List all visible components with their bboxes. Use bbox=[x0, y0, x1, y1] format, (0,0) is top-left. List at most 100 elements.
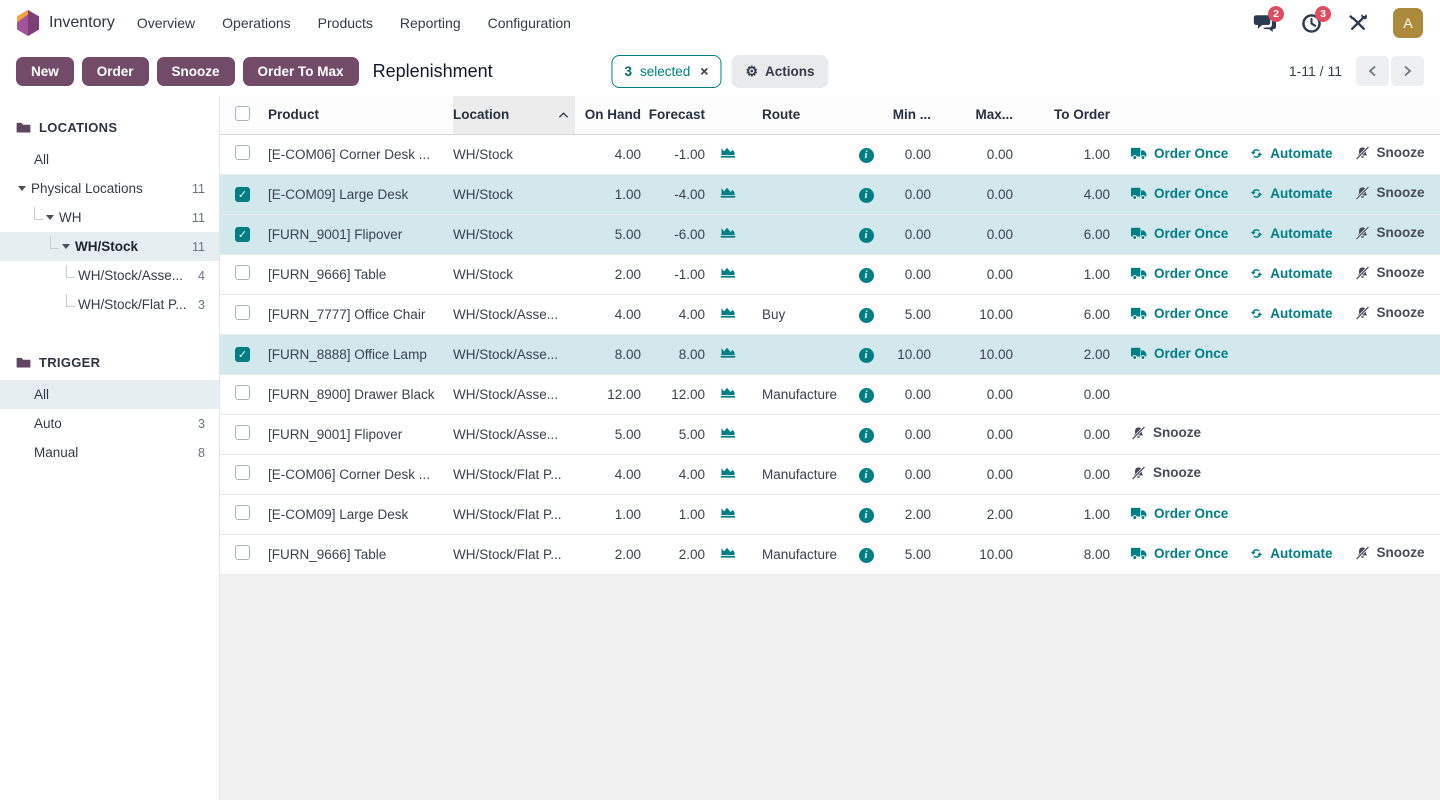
info-icon[interactable]: i bbox=[859, 308, 874, 323]
snooze-button[interactable]: Snooze bbox=[1355, 305, 1425, 320]
snooze-button[interactable]: Snooze bbox=[1355, 145, 1425, 160]
col-header-on-hand[interactable]: On Hand bbox=[575, 96, 644, 134]
messages-icon[interactable]: 2 bbox=[1252, 12, 1276, 34]
product-name[interactable]: [FURN_7777] Office Chair bbox=[268, 307, 425, 322]
app-brand[interactable]: Inventory bbox=[16, 10, 115, 36]
new-button[interactable]: New bbox=[16, 57, 74, 86]
nav-item-overview[interactable]: Overview bbox=[137, 15, 195, 31]
nav-item-configuration[interactable]: Configuration bbox=[488, 15, 571, 31]
sidebar-item-wh[interactable]: WH11 bbox=[0, 203, 219, 232]
row-checkbox[interactable]: ✓ bbox=[235, 187, 250, 202]
row-checkbox[interactable]: ✓ bbox=[235, 347, 250, 362]
sidebar-item-wh-stock-flat-p-[interactable]: WH/Stock/Flat P...3 bbox=[0, 290, 219, 319]
forecast-chart-icon[interactable] bbox=[720, 266, 736, 279]
nav-item-operations[interactable]: Operations bbox=[222, 15, 290, 31]
order-button[interactable]: Order bbox=[82, 57, 149, 86]
info-icon[interactable]: i bbox=[859, 468, 874, 483]
product-name[interactable]: [FURN_9666] Table bbox=[268, 547, 386, 562]
sidebar-item-wh-stock[interactable]: WH/Stock11 bbox=[0, 232, 219, 261]
caret-down-icon[interactable] bbox=[18, 186, 26, 191]
automate-button[interactable]: Automate bbox=[1250, 226, 1332, 241]
snooze-button[interactable]: Snooze bbox=[1355, 185, 1425, 200]
row-checkbox[interactable] bbox=[235, 505, 250, 520]
product-name[interactable]: [E-COM06] Corner Desk ... bbox=[268, 147, 430, 162]
product-name[interactable]: [FURN_8888] Office Lamp bbox=[268, 347, 427, 362]
col-header-to-order[interactable]: To Order bbox=[1016, 96, 1113, 134]
product-name[interactable]: [E-COM09] Large Desk bbox=[268, 187, 408, 202]
order-to-max-button[interactable]: Order To Max bbox=[243, 57, 359, 86]
forecast-chart-icon[interactable] bbox=[720, 306, 736, 319]
col-header-forecast[interactable]: Forecast bbox=[644, 96, 708, 134]
sidebar-item-manual[interactable]: Manual8 bbox=[0, 438, 219, 467]
col-header-route[interactable]: Route bbox=[748, 96, 846, 134]
automate-button[interactable]: Automate bbox=[1250, 306, 1332, 321]
select-all-checkbox[interactable] bbox=[235, 106, 250, 121]
row-checkbox[interactable] bbox=[235, 545, 250, 560]
forecast-chart-icon[interactable] bbox=[720, 386, 736, 399]
forecast-chart-icon[interactable] bbox=[720, 146, 736, 159]
info-icon[interactable]: i bbox=[859, 508, 874, 523]
info-icon[interactable]: i bbox=[859, 148, 874, 163]
automate-button[interactable]: Automate bbox=[1250, 546, 1332, 561]
sidebar-item-all[interactable]: All bbox=[0, 380, 219, 409]
info-icon[interactable]: i bbox=[859, 188, 874, 203]
snooze-button[interactable]: Snooze bbox=[1355, 265, 1425, 280]
info-icon[interactable]: i bbox=[859, 388, 874, 403]
forecast-chart-icon[interactable] bbox=[720, 546, 736, 559]
order-once-button[interactable]: Order Once bbox=[1131, 186, 1228, 201]
info-icon[interactable]: i bbox=[859, 268, 874, 283]
forecast-chart-icon[interactable] bbox=[720, 346, 736, 359]
product-name[interactable]: [E-COM06] Corner Desk ... bbox=[268, 467, 430, 482]
pager-previous-button[interactable] bbox=[1356, 56, 1389, 86]
info-icon[interactable]: i bbox=[859, 428, 874, 443]
col-header-max[interactable]: Max... bbox=[934, 96, 1016, 134]
activities-clock-icon[interactable]: 3 bbox=[1299, 12, 1323, 34]
col-header-product[interactable]: Product bbox=[268, 96, 453, 134]
automate-button[interactable]: Automate bbox=[1250, 186, 1332, 201]
info-icon[interactable]: i bbox=[859, 348, 874, 363]
row-checkbox[interactable] bbox=[235, 265, 250, 280]
snooze-button[interactable]: Snooze bbox=[1131, 425, 1201, 440]
info-icon[interactable]: i bbox=[859, 228, 874, 243]
row-checkbox[interactable] bbox=[235, 465, 250, 480]
automate-button[interactable]: Automate bbox=[1250, 146, 1332, 161]
row-checkbox[interactable] bbox=[235, 385, 250, 400]
product-name[interactable]: [FURN_9001] Flipover bbox=[268, 427, 402, 442]
product-name[interactable]: [FURN_9001] Flipover bbox=[268, 227, 402, 242]
info-icon[interactable]: i bbox=[859, 548, 874, 563]
pager-next-button[interactable] bbox=[1391, 56, 1424, 86]
order-once-button[interactable]: Order Once bbox=[1131, 346, 1228, 361]
order-once-button[interactable]: Order Once bbox=[1131, 266, 1228, 281]
row-checkbox[interactable] bbox=[235, 305, 250, 320]
order-once-button[interactable]: Order Once bbox=[1131, 146, 1228, 161]
sidebar-item-all[interactable]: All bbox=[0, 145, 219, 174]
row-checkbox[interactable]: ✓ bbox=[235, 227, 250, 242]
order-once-button[interactable]: Order Once bbox=[1131, 506, 1228, 521]
caret-down-icon[interactable] bbox=[62, 244, 70, 249]
order-once-button[interactable]: Order Once bbox=[1131, 226, 1228, 241]
snooze-button[interactable]: Snooze bbox=[1355, 225, 1425, 240]
forecast-chart-icon[interactable] bbox=[720, 506, 736, 519]
col-header-location[interactable]: Location bbox=[453, 96, 575, 134]
forecast-chart-icon[interactable] bbox=[720, 186, 736, 199]
order-once-button[interactable]: Order Once bbox=[1131, 546, 1228, 561]
forecast-chart-icon[interactable] bbox=[720, 466, 736, 479]
tools-icon[interactable] bbox=[1346, 12, 1370, 34]
nav-item-products[interactable]: Products bbox=[318, 15, 373, 31]
snooze-button[interactable]: Snooze bbox=[157, 57, 235, 86]
order-once-button[interactable]: Order Once bbox=[1131, 306, 1228, 321]
col-header-min[interactable]: Min ... bbox=[886, 96, 934, 134]
sidebar-item-physical-locations[interactable]: Physical Locations11 bbox=[0, 174, 219, 203]
sidebar-item-wh-stock-asse-[interactable]: WH/Stock/Asse...4 bbox=[0, 261, 219, 290]
forecast-chart-icon[interactable] bbox=[720, 426, 736, 439]
forecast-chart-icon[interactable] bbox=[720, 226, 736, 239]
row-checkbox[interactable] bbox=[235, 145, 250, 160]
nav-item-reporting[interactable]: Reporting bbox=[400, 15, 461, 31]
user-avatar[interactable]: A bbox=[1393, 8, 1423, 38]
caret-down-icon[interactable] bbox=[46, 215, 54, 220]
row-checkbox[interactable] bbox=[235, 425, 250, 440]
product-name[interactable]: [FURN_9666] Table bbox=[268, 267, 386, 282]
automate-button[interactable]: Automate bbox=[1250, 266, 1332, 281]
clear-selection-icon[interactable]: × bbox=[700, 63, 708, 79]
product-name[interactable]: [E-COM09] Large Desk bbox=[268, 507, 408, 522]
